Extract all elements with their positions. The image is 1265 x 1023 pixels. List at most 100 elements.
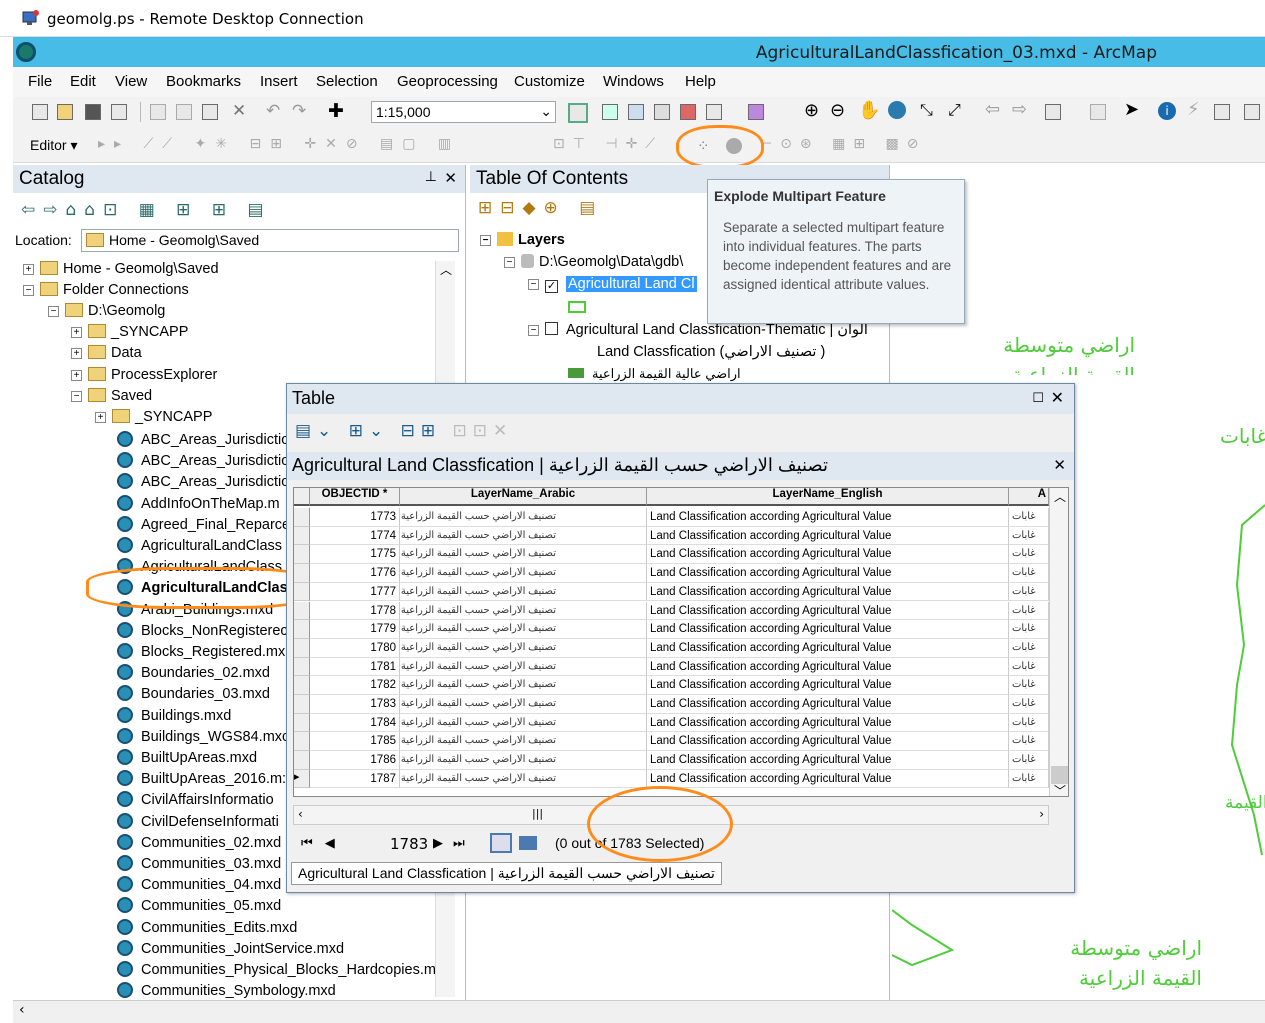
cell-english[interactable]: Land Classification according Agricultur… — [647, 695, 1009, 714]
cell-objectid[interactable]: 1777 — [310, 582, 400, 602]
menu-help[interactable]: Help — [685, 73, 716, 90]
catalog-file-item[interactable]: BuiltUpAreas_2016.m: — [117, 770, 286, 787]
print-icon[interactable] — [111, 104, 127, 120]
delete-icon[interactable]: ✕ — [232, 101, 246, 121]
fixed-zoom-out-icon[interactable]: ⤢ — [948, 100, 961, 120]
menu-customize[interactable]: Customize — [514, 73, 585, 90]
row-selector[interactable] — [294, 751, 310, 770]
cell-a[interactable]: غابات — [1009, 582, 1049, 602]
catalog-file-item[interactable]: Buildings.mxd — [117, 706, 231, 724]
collapse-icon[interactable]: − — [528, 279, 539, 290]
cut-icon[interactable] — [150, 104, 166, 120]
collapse-icon[interactable]: − — [48, 306, 59, 317]
select-elements-icon[interactable]: ➤ — [1124, 99, 1139, 120]
cell-english[interactable]: Land Classification according Agricultur… — [647, 713, 1009, 733]
toc-layer-1[interactable]: − ✓ Agricultural Land Cl — [528, 276, 697, 293]
catalog-file-item[interactable]: Communities_03.mxd — [117, 855, 281, 872]
cell-objectid[interactable]: 1787 — [310, 769, 400, 789]
cell-a[interactable]: غابات — [1009, 508, 1049, 527]
zoom-out-icon[interactable]: ⊖ — [830, 100, 845, 121]
catalog-file-item[interactable]: BuiltUpAreas.mxd — [117, 749, 257, 766]
close-icon[interactable]: ✕ — [1051, 388, 1064, 408]
toc-layer-2[interactable]: − Agricultural Land Classfication-Themati… — [528, 322, 868, 338]
catalog-file-item[interactable]: Communities_02.mxd — [117, 833, 281, 851]
cell-english[interactable]: Land Classification according Agricultur… — [647, 508, 1009, 527]
collapse-icon[interactable]: − — [23, 285, 34, 296]
arctoolbox-icon[interactable] — [680, 104, 696, 120]
scroll-down-icon[interactable]: ﹀ — [1054, 782, 1066, 796]
bottom-scrollbar[interactable]: ‹ — [13, 1000, 1265, 1023]
toc-gdb[interactable]: − D:\Geomolg\Data\gdb\ — [504, 254, 683, 270]
first-record-icon[interactable]: ⏮◀ — [301, 836, 347, 851]
save-icon[interactable] — [85, 104, 101, 120]
cell-english[interactable]: Land Classification according Agricultur… — [647, 769, 1009, 789]
cell-a[interactable]: غابات — [1009, 676, 1049, 695]
cell-arabic[interactable]: تصنيف الاراضي حسب القيمة الزراعية — [400, 713, 647, 733]
cell-objectid[interactable]: 1779 — [310, 620, 400, 639]
current-record-value[interactable]: 1783 — [390, 835, 428, 853]
hyperlink-icon[interactable]: ⚡ — [1187, 99, 1200, 120]
row-selector[interactable] — [294, 582, 310, 602]
cell-objectid[interactable]: 1776 — [310, 564, 400, 583]
row-selector[interactable] — [294, 601, 310, 621]
scroll-right-icon[interactable]: › — [1039, 807, 1044, 821]
catalog-file-item[interactable]: Communities_05.mxd — [117, 897, 281, 914]
cell-objectid[interactable]: 1780 — [310, 638, 400, 658]
col-objectid[interactable]: OBJECTID * — [310, 488, 400, 506]
model-builder-icon[interactable] — [748, 104, 764, 120]
cell-objectid[interactable]: 1775 — [310, 545, 400, 565]
cell-arabic[interactable]: تصنيف الاراضي حسب القيمة الزراعية — [400, 695, 647, 714]
row-selector[interactable] — [294, 676, 310, 695]
cell-a[interactable]: غابات — [1009, 564, 1049, 583]
layer-symbol[interactable] — [568, 301, 586, 313]
cell-arabic[interactable]: تصنيف الاراضي حسب القيمة الزراعية — [400, 508, 647, 527]
scroll-left-icon[interactable]: ‹ — [298, 807, 303, 821]
cell-arabic[interactable]: تصنيف الاراضي حسب القيمة الزراعية — [400, 620, 647, 639]
catalog-file-item[interactable]: Boundaries_02.mxd — [117, 664, 270, 681]
forward-icon[interactable]: ⇨ — [1012, 99, 1027, 120]
cell-a[interactable]: غابات — [1009, 545, 1049, 565]
expand-icon[interactable]: + — [71, 327, 82, 338]
catalog-file-item[interactable]: Buildings_WGS84.mxc — [117, 727, 289, 745]
cell-arabic[interactable]: تصنيف الاراضي حسب القيمة الزراعية — [400, 769, 647, 789]
row-selector[interactable] — [294, 713, 310, 733]
cell-arabic[interactable]: تصنيف الاراضي حسب القيمة الزراعية — [400, 526, 647, 546]
menu-windows[interactable]: Windows — [603, 73, 664, 90]
cell-arabic[interactable]: تصنيف الاراضي حسب القيمة الزراعية — [400, 751, 647, 770]
collapse-icon[interactable]: − — [504, 257, 515, 268]
row-selector[interactable] — [294, 526, 310, 546]
cell-english[interactable]: Land Classification according Agricultur… — [647, 545, 1009, 565]
cell-arabic[interactable]: تصنيف الاراضي حسب القيمة الزراعية — [400, 638, 647, 658]
cell-english[interactable]: Land Classification according Agricultur… — [647, 638, 1009, 658]
cell-a[interactable]: غابات — [1009, 769, 1049, 789]
clear-selection-icon[interactable] — [1090, 104, 1106, 120]
close-tab-icon[interactable]: ✕ — [1053, 456, 1066, 474]
scroll-up-icon[interactable]: ︿ — [1054, 488, 1066, 505]
cell-objectid[interactable]: 1781 — [310, 657, 400, 677]
next-record-icon[interactable]: ▶⏭ — [433, 836, 475, 851]
table-toolbar-icons[interactable]: ▤⌄ ⊞⌄ ⊟⊞ ⊡⊡✕ — [295, 421, 513, 441]
cell-objectid[interactable]: 1786 — [310, 751, 400, 770]
cell-objectid[interactable]: 1773 — [310, 508, 400, 527]
cell-a[interactable]: غابات — [1009, 695, 1049, 714]
row-selector[interactable] — [294, 545, 310, 565]
scroll-up-icon[interactable]: ︿ — [440, 261, 452, 278]
col-layername-english[interactable]: LayerName_English — [647, 488, 1009, 506]
maximize-icon[interactable]: ☐ — [1032, 390, 1044, 406]
search-window-icon[interactable] — [654, 104, 670, 120]
copy-icon[interactable] — [176, 104, 192, 120]
catalog-file-item[interactable]: Agreed_Final_Reparce — [117, 515, 290, 533]
editor-menu[interactable]: Editor ▾ — [30, 137, 78, 154]
layer-visibility-checkbox[interactable]: ✓ — [545, 280, 558, 293]
paste-icon[interactable] — [202, 104, 218, 120]
redo-icon[interactable]: ↷ — [292, 101, 306, 121]
expand-icon[interactable]: + — [71, 370, 82, 381]
layer-visibility-checkbox[interactable] — [545, 322, 558, 335]
row-selector[interactable]: ▸ — [294, 769, 310, 789]
scroll-left-icon[interactable]: ‹ — [19, 1002, 25, 1018]
expand-icon[interactable]: + — [71, 348, 82, 359]
collapse-icon[interactable]: − — [480, 235, 491, 246]
cell-arabic[interactable]: تصنيف الاراضي حسب القيمة الزراعية — [400, 657, 647, 677]
select-features-icon[interactable] — [1045, 104, 1061, 120]
close-icon[interactable]: ✕ — [444, 169, 457, 187]
